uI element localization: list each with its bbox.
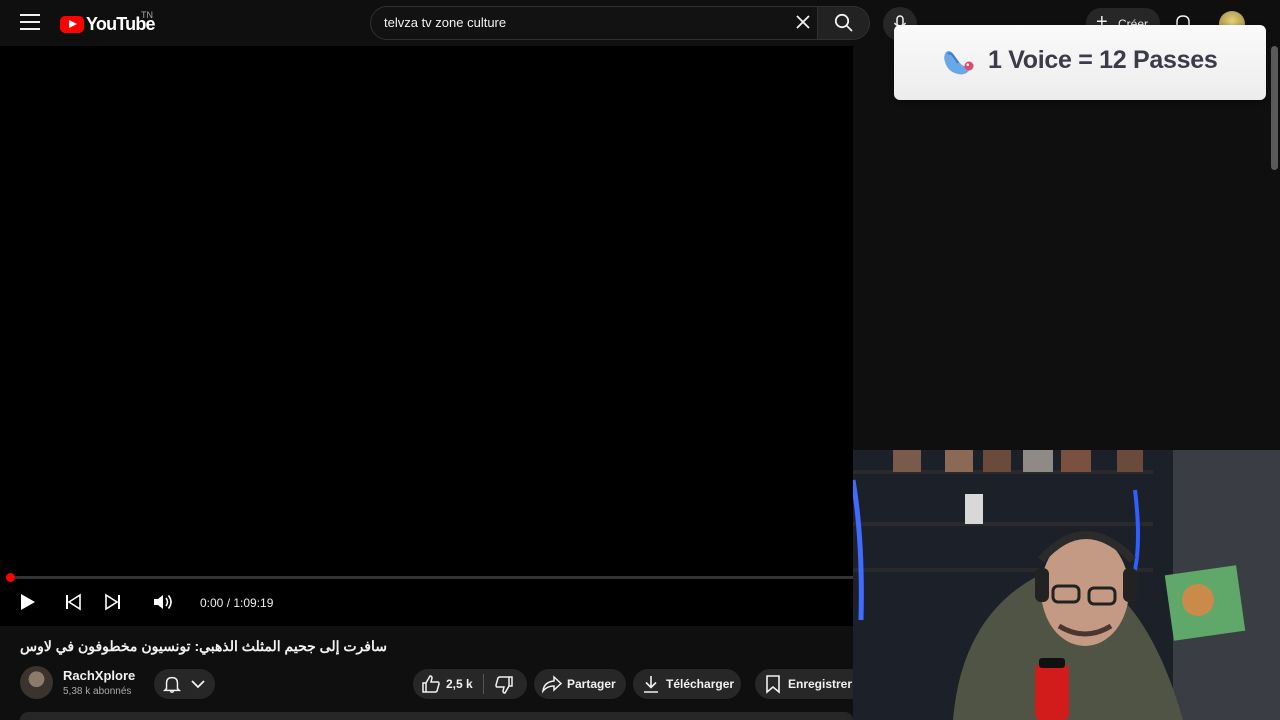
channel-name[interactable]: RachXplore bbox=[63, 668, 135, 683]
channel-avatar[interactable] bbox=[20, 666, 53, 699]
share-button[interactable]: Partager bbox=[534, 669, 626, 699]
volume-icon[interactable] bbox=[152, 592, 176, 612]
youtube-logo[interactable]: YouTube TN bbox=[60, 10, 156, 35]
progress-bar[interactable] bbox=[10, 576, 853, 579]
download-icon bbox=[644, 676, 658, 693]
download-button[interactable]: Télécharger bbox=[633, 669, 741, 699]
subscription-notifications-button[interactable] bbox=[154, 669, 215, 699]
download-label: Télécharger bbox=[666, 677, 735, 691]
next-icon[interactable] bbox=[104, 592, 122, 612]
save-button[interactable]: Enregistrer bbox=[755, 669, 853, 699]
video-title: سافرت إلى جحيم المثلث الذهبي: تونسيون مخ… bbox=[20, 638, 387, 654]
search-icon bbox=[834, 13, 853, 32]
page-scrollbar[interactable] bbox=[1271, 46, 1278, 170]
menu-icon[interactable] bbox=[20, 14, 40, 32]
youtube-logo-icon bbox=[60, 15, 84, 33]
search-button[interactable] bbox=[817, 6, 870, 40]
play-icon[interactable] bbox=[19, 592, 37, 612]
webcam-overlay bbox=[853, 450, 1280, 720]
country-code: TN bbox=[141, 10, 153, 20]
voice-passes-banner: 1 Voice = 12 Passes bbox=[894, 25, 1266, 100]
time-display: 0:00 / 1:09:19 bbox=[200, 596, 274, 610]
share-icon bbox=[541, 675, 563, 694]
share-label: Partager bbox=[567, 677, 616, 691]
video-player[interactable]: 0:00 / 1:09:19 bbox=[0, 46, 853, 626]
progress-scrubber[interactable] bbox=[6, 573, 15, 582]
subscriber-count: 5,38 k abonnés bbox=[63, 686, 132, 697]
like-icon[interactable] bbox=[421, 674, 441, 694]
banner-text: 1 Voice = 12 Passes bbox=[988, 46, 1218, 74]
like-dislike-group: 2,5 k bbox=[413, 669, 527, 699]
save-label: Enregistrer bbox=[788, 677, 853, 691]
search-box[interactable]: telvza tv zone culture bbox=[370, 6, 817, 40]
streamer-webcam-image bbox=[853, 450, 1280, 720]
like-divider bbox=[483, 674, 484, 694]
dislike-icon[interactable] bbox=[494, 675, 514, 695]
like-count[interactable]: 2,5 k bbox=[446, 677, 473, 691]
search-input[interactable]: telvza tv zone culture bbox=[384, 15, 506, 30]
clear-icon[interactable] bbox=[796, 15, 810, 29]
chevron-down-icon bbox=[191, 680, 205, 689]
description-box[interactable] bbox=[20, 712, 853, 720]
notification-bell-icon bbox=[162, 676, 182, 693]
save-icon bbox=[766, 675, 780, 694]
voice-blob-icon bbox=[944, 51, 974, 75]
previous-icon[interactable] bbox=[64, 592, 82, 612]
